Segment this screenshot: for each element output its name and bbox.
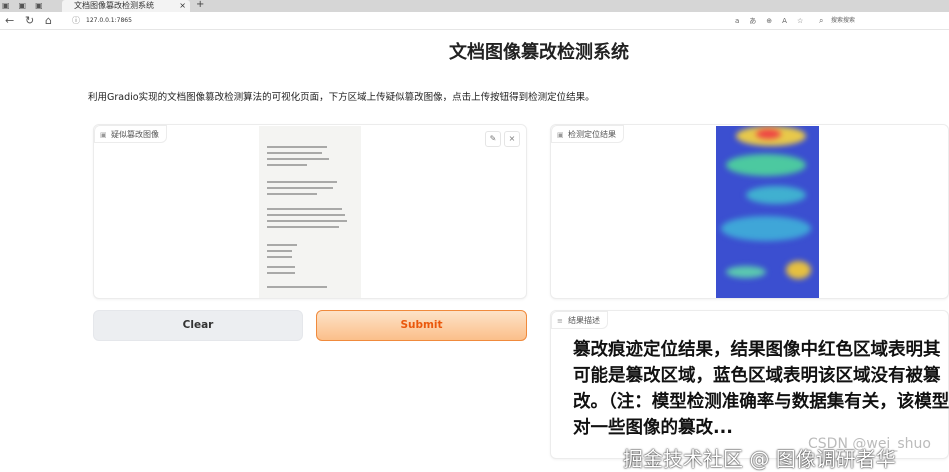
new-tab-icon[interactable]: + (196, 0, 204, 10)
home-icon[interactable]: ⌂ (45, 14, 52, 27)
page-title: 文档图像篡改检测系统 (449, 42, 629, 63)
heatmap-image (716, 126, 819, 298)
tab-title: 文档图像篡改检测系统 (74, 1, 154, 10)
search-box[interactable]: ⌕ 搜索搜索 (813, 14, 943, 28)
search-placeholder: 搜索搜索 (831, 17, 856, 24)
search-icon: ⌕ (819, 16, 824, 25)
image-icon: ▣ (557, 131, 564, 139)
toolbar-icons[interactable]: aあ⊕A☆ (735, 16, 813, 26)
tab-bar-icons[interactable]: ▣▣▣ (2, 0, 52, 12)
browser-tab[interactable]: 文档图像篡改检测系统 × (62, 0, 190, 12)
result-text: 篡改痕迹定位结果，结果图像中红色区域表明其可能是篡改区域，蓝色区域表明该区域没有… (573, 340, 949, 438)
juejin-watermark: 掘金技术社区 @ 图像调研者华 (623, 447, 896, 471)
clear-button[interactable]: Clear (93, 310, 303, 341)
input-panel-label: ▣ 疑似篡改图像 (94, 125, 167, 143)
url-bar[interactable]: ⓘ 127.0.0.1:7865 (70, 13, 800, 28)
submit-button[interactable]: Submit (316, 310, 527, 341)
address-bar-row: ← ↻ ⌂ ⓘ 127.0.0.1:7865 aあ⊕A☆ ⌕ 搜索搜索 (0, 12, 949, 30)
url-text: 127.0.0.1:7865 (86, 17, 132, 24)
reload-icon[interactable]: ↻ (25, 14, 34, 27)
input-image-panel[interactable]: ▣ 疑似篡改图像 ✎ × (93, 124, 527, 299)
close-tab-icon[interactable]: × (179, 0, 186, 12)
text-icon: ≡ (557, 317, 563, 325)
close-icon[interactable]: × (504, 131, 520, 147)
browser-tab-bar: ▣▣▣ 文档图像篡改检测系统 × + (0, 0, 949, 12)
image-icon: ▣ (100, 131, 107, 139)
output-image-panel: ▣ 检测定位结果 (550, 124, 949, 299)
back-icon[interactable]: ← (5, 14, 14, 27)
page-description: 利用Gradio实现的文档图像篡改检测算法的可视化页面，下方区域上传疑似篡改图像… (88, 92, 595, 103)
edit-icon[interactable]: ✎ (485, 131, 501, 147)
receipt-image (259, 126, 361, 298)
result-panel-label: ≡ 结果描述 (551, 311, 608, 329)
output-panel-label: ▣ 检测定位结果 (551, 125, 624, 143)
info-icon: ⓘ (72, 16, 80, 25)
